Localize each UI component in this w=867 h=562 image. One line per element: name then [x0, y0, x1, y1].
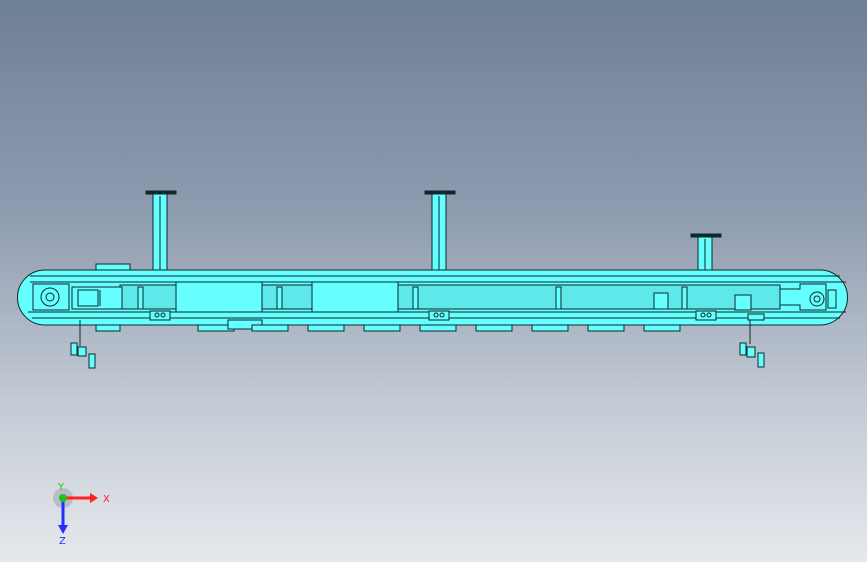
sensor-bracket-1[interactable]: [653, 292, 669, 310]
x-axis-label: X: [103, 494, 110, 505]
sensor-bracket-2[interactable]: [734, 294, 752, 311]
sensor-post-right[interactable]: [739, 320, 765, 368]
guard-plate-1[interactable]: [175, 281, 263, 313]
y-axis-label: Y: [57, 482, 65, 493]
z-axis-label: Z: [59, 536, 66, 547]
guard-plate-2[interactable]: [311, 281, 399, 313]
y-axis-dot: [59, 494, 67, 502]
sensor-post-left[interactable]: [70, 320, 96, 369]
cad-viewport[interactable]: X Y Z: [0, 0, 867, 562]
conveyor-model[interactable]: [0, 0, 867, 562]
coordinate-triad-icon: X Y Z: [53, 482, 110, 547]
